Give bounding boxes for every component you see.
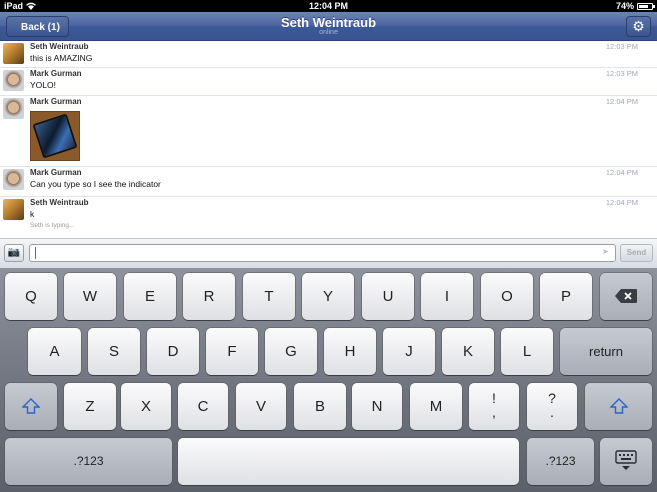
key-r[interactable]: R	[183, 273, 235, 320]
camera-icon: 📷	[7, 247, 21, 258]
location-arrow-icon[interactable]: ➤	[602, 247, 609, 256]
conversation-title: Seth Weintraub	[280, 15, 377, 30]
shift-arrow-icon	[21, 398, 41, 414]
key-bottom-char: .	[550, 404, 554, 420]
message-time: 12:04 PM	[605, 168, 638, 177]
key-b[interactable]: B	[294, 383, 346, 430]
key-j[interactable]: J	[383, 328, 435, 375]
key-f[interactable]: F	[206, 328, 258, 375]
message-text: Can you type so I see the indicator	[30, 179, 161, 189]
message-time: 12:03 PM	[605, 69, 638, 78]
keyboard: Q W E R T Y U I O P A S D F G H J K L re…	[0, 268, 657, 492]
message-row: Mark Gurman Can you type so I see the in…	[0, 167, 657, 197]
key-a[interactable]: A	[28, 328, 81, 375]
key-top-char: !	[492, 390, 496, 406]
camera-button[interactable]: 📷	[4, 244, 24, 262]
send-button[interactable]: Send	[620, 244, 653, 262]
key-top-char: ?	[548, 390, 556, 406]
settings-button[interactable]: ⚙	[626, 16, 651, 37]
avatar[interactable]	[3, 199, 24, 220]
key-w[interactable]: W	[64, 273, 116, 320]
space-bar[interactable]	[178, 438, 519, 485]
text-caret	[35, 247, 36, 259]
dismiss-keyboard-key[interactable]	[600, 438, 652, 485]
key-v[interactable]: V	[236, 383, 286, 430]
message-row: Mark Gurman 12:04 PM	[0, 96, 657, 167]
message-text: k	[30, 209, 35, 219]
key-p[interactable]: P	[540, 273, 592, 320]
battery-icon	[637, 2, 655, 10]
avatar[interactable]	[3, 43, 24, 64]
key-o[interactable]: O	[481, 273, 533, 320]
status-bar: iPad 12:04 PM 74%	[0, 0, 657, 12]
key-z[interactable]: Z	[64, 383, 116, 430]
photo-attachment[interactable]	[30, 111, 80, 161]
shift-key-left[interactable]	[5, 383, 57, 430]
key-x[interactable]: X	[121, 383, 171, 430]
key-question-period[interactable]: ? .	[527, 383, 577, 430]
message-text: YOLO!	[30, 80, 56, 90]
avatar[interactable]	[3, 70, 24, 91]
key-l[interactable]: L	[501, 328, 553, 375]
key-d[interactable]: D	[147, 328, 199, 375]
key-k[interactable]: K	[442, 328, 494, 375]
numbers-key-left[interactable]: .?123	[5, 438, 172, 485]
shift-key-right[interactable]	[585, 383, 652, 430]
numbers-key-right[interactable]: .?123	[527, 438, 594, 485]
key-exclamation-comma[interactable]: ! ,	[469, 383, 519, 430]
message-sender: Seth Weintraub	[30, 198, 89, 207]
message-row: Mark Gurman YOLO! 12:03 PM	[0, 68, 657, 96]
key-y[interactable]: Y	[302, 273, 354, 320]
message-time: 12:04 PM	[605, 198, 638, 207]
key-m[interactable]: M	[410, 383, 462, 430]
message-time: 12:04 PM	[605, 97, 638, 106]
key-n[interactable]: N	[352, 383, 402, 430]
message-sender: Mark Gurman	[30, 69, 82, 78]
key-e[interactable]: E	[124, 273, 176, 320]
key-i[interactable]: I	[421, 273, 473, 320]
message-sender: Mark Gurman	[30, 97, 82, 106]
gear-icon: ⚙	[632, 18, 645, 34]
battery-percent: 74%	[615, 1, 634, 11]
message-input[interactable]	[29, 244, 616, 262]
key-g[interactable]: G	[265, 328, 317, 375]
key-c[interactable]: C	[178, 383, 228, 430]
message-row: Seth Weintraub this is AMAZING 12:03 PM	[0, 41, 657, 68]
message-sender: Seth Weintraub	[30, 42, 89, 51]
return-key[interactable]: return	[560, 328, 652, 375]
message-text: this is AMAZING	[30, 53, 93, 63]
message-row: Seth Weintraub k 12:04 PM Seth is typing…	[0, 197, 657, 238]
avatar[interactable]	[3, 169, 24, 190]
key-s[interactable]: S	[88, 328, 140, 375]
nav-bar: Back (1) Seth Weintraub online ⚙	[0, 12, 657, 41]
message-time: 12:03 PM	[605, 42, 638, 51]
status-time: 12:04 PM	[308, 1, 349, 11]
message-list[interactable]: Seth Weintraub this is AMAZING 12:03 PM …	[0, 41, 657, 238]
key-u[interactable]: U	[362, 273, 414, 320]
composer-bar: 📷 ➤ Send	[0, 238, 657, 268]
presence-status: online	[319, 29, 338, 36]
typing-indicator: Seth is typing...	[30, 222, 75, 229]
shift-arrow-icon	[608, 398, 629, 414]
key-h[interactable]: H	[324, 328, 376, 375]
key-t[interactable]: T	[243, 273, 295, 320]
key-bottom-char: ,	[492, 404, 496, 420]
delete-key[interactable]	[600, 273, 652, 320]
message-sender: Mark Gurman	[30, 168, 82, 177]
backspace-icon	[615, 289, 637, 303]
keyboard-dismiss-icon	[615, 450, 637, 470]
key-q[interactable]: Q	[5, 273, 57, 320]
avatar[interactable]	[3, 98, 24, 119]
